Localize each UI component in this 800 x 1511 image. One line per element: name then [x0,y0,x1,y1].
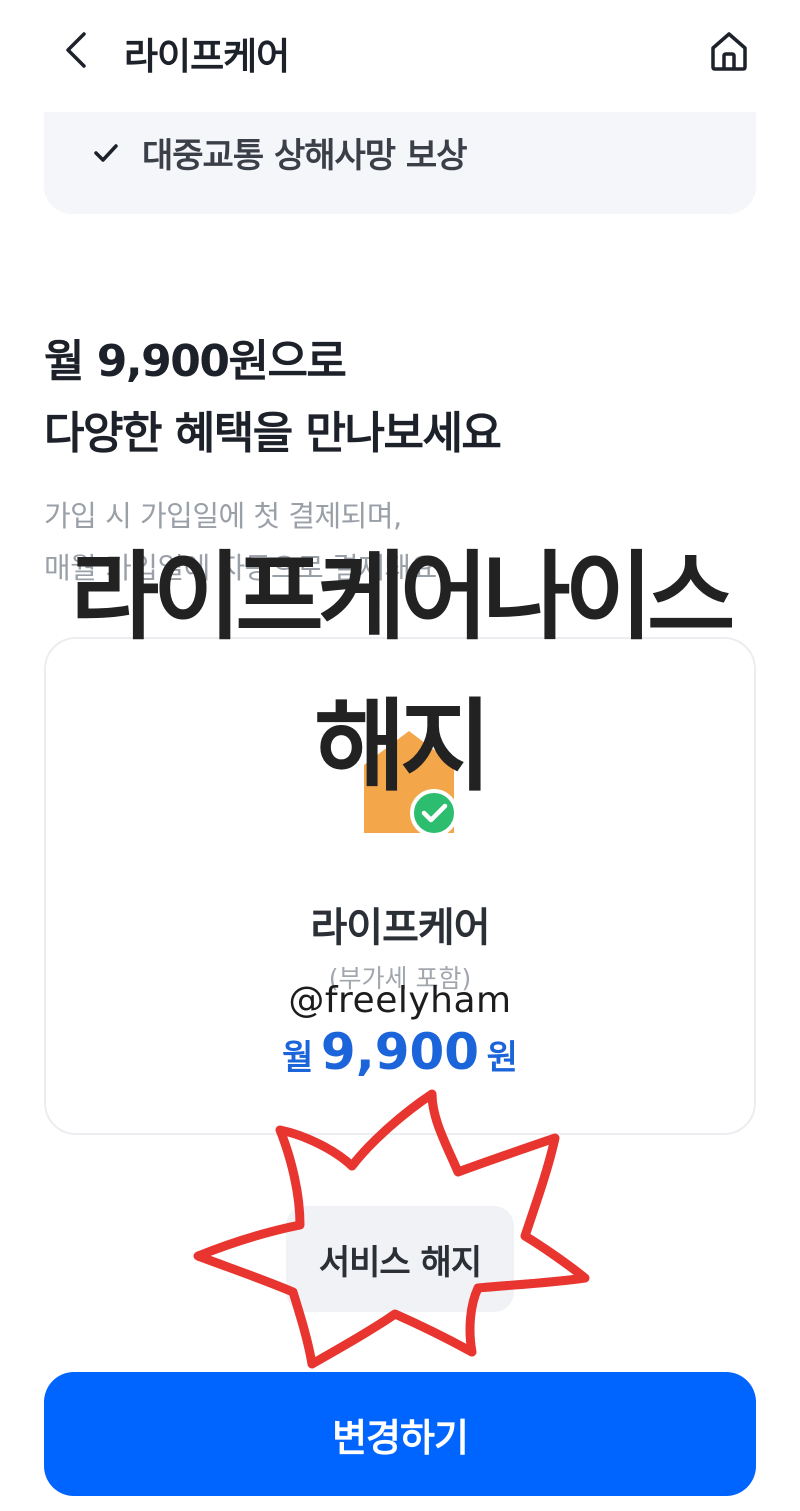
app-header: 라이프케어 [0,0,800,105]
check-circle-icon [410,789,458,835]
price-suffix: 원 [486,1038,518,1078]
plan-name: 라이프케어 [310,905,491,951]
price-amount: 9,900 [320,1023,480,1081]
headline-line-1: 월 9,900원으로 [44,336,347,387]
plan-card[interactable]: 라이프케어 (부가세 포함) 월 9,900 원 [44,637,756,1135]
plan-headline: 월 9,900원으로 다양한 혜택을 만나보세요 [44,326,502,470]
plan-vat-note: (부가세 포함) [328,964,472,993]
headline-line-2: 다양한 혜택을 만나보세요 [44,408,502,459]
billing-description: 가입 시 가입일에 첫 결제되며, 매월 가입일에 자동으로 결제돼요. [44,490,446,594]
home-button[interactable] [700,22,758,80]
chevron-left-icon [66,32,86,68]
page: 라이프케어 대중교통 상해사망 보상 월 9,900원으로 다양한 혜택을 만나… [0,0,800,1511]
page-title: 라이프케어 [124,35,290,78]
home-icon [711,32,747,71]
benefit-item: 대중교통 상해사망 보상 [92,128,467,177]
house-shield-icon [364,731,458,835]
back-button[interactable] [52,22,100,78]
benefit-list: 대중교통 상해사망 보상 [44,112,756,214]
description-line-1: 가입 시 가입일에 첫 결제되며, [44,499,402,533]
benefit-label: 대중교통 상해사망 보상 [142,136,467,176]
price-unit: 월 [282,1038,314,1078]
plan-price: 월 9,900 원 [46,1023,754,1081]
check-icon [94,143,118,162]
description-line-2: 매월 가입일에 자동으로 결제돼요. [44,551,446,585]
change-button[interactable]: 변경하기 [44,1372,756,1496]
cancel-service-button[interactable]: 서비스 해지 [286,1206,514,1312]
